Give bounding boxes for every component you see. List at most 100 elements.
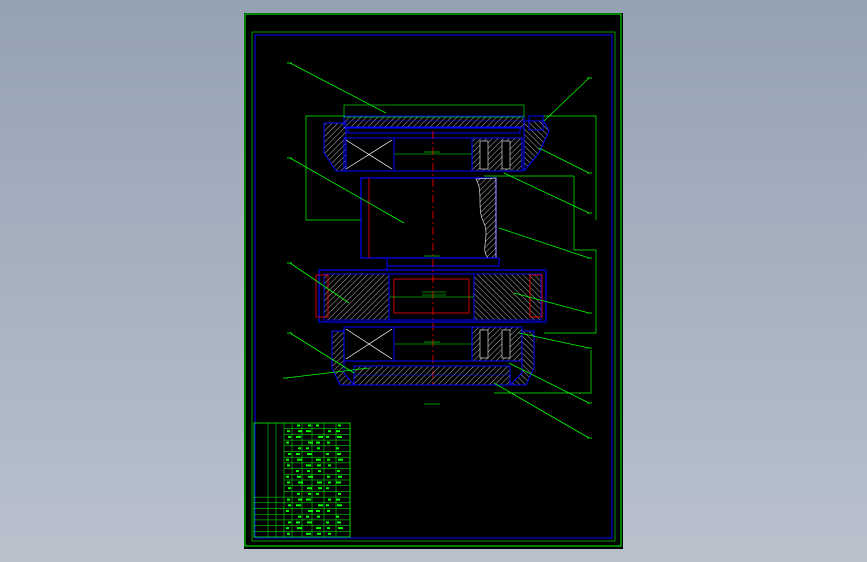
- title-block-glyph: [308, 475, 313, 478]
- title-block-glyph: [287, 430, 290, 433]
- title-block-glyph: [338, 458, 343, 461]
- title-block-glyph: [286, 475, 289, 478]
- title-block-glyph: [327, 458, 330, 461]
- title-block-glyph: [306, 532, 311, 535]
- drawing-border: [254, 34, 613, 539]
- title-block-glyph: [317, 481, 322, 484]
- title-block-glyph: [316, 492, 319, 495]
- title-block-glyph: [308, 441, 313, 444]
- title-block-glyph: [316, 510, 320, 512]
- title-block-glyph: [298, 430, 302, 433]
- title-block-glyph: [307, 487, 312, 490]
- title-block-glyph: [338, 527, 343, 530]
- title-block[interactable]: [253, 422, 351, 538]
- cad-viewport[interactable]: [0, 0, 867, 562]
- title-block-glyph: [297, 475, 301, 478]
- upper-housing-left: [323, 122, 395, 172]
- title-block-glyph: [287, 464, 290, 467]
- title-block-glyph: [307, 521, 312, 524]
- title-block-glyph: [288, 487, 291, 490]
- title-block-glyph: [337, 504, 342, 507]
- title-block-glyph: [298, 481, 303, 484]
- title-block-glyph: [318, 504, 323, 507]
- title-block-glyph: [306, 498, 311, 501]
- title-block-glyph: [338, 475, 342, 478]
- title-block-glyph: [317, 532, 321, 535]
- title-block-glyph: [318, 470, 321, 473]
- assembly-drawing: [244, 13, 622, 547]
- top-cover: [343, 104, 525, 134]
- title-block-glyph: [286, 527, 289, 530]
- title-block-glyph: [288, 453, 291, 455]
- title-block-glyph: [336, 481, 341, 484]
- title-block-glyph: [287, 532, 290, 535]
- title-block-glyph: [286, 510, 289, 512]
- title-block-glyph: [326, 487, 329, 490]
- title-block-glyph: [336, 447, 339, 450]
- title-block-glyph: [306, 447, 309, 450]
- title-block-glyph: [316, 441, 320, 444]
- title-block-glyph: [306, 430, 311, 433]
- title-block-glyph: [297, 458, 302, 461]
- title-block-glyph: [328, 532, 331, 535]
- shaft-body: [360, 177, 500, 271]
- title-block-glyph: [328, 498, 331, 501]
- title-block-glyph: [326, 504, 329, 507]
- title-block-glyph: [327, 441, 330, 444]
- title-block-glyph: [287, 498, 290, 501]
- title-block-glyph: [328, 430, 331, 433]
- title-block-glyph: [328, 481, 331, 484]
- title-block-glyph: [317, 515, 320, 518]
- title-block-glyph: [288, 504, 291, 507]
- title-block-glyph: [296, 453, 300, 455]
- title-block-glyph: [336, 498, 340, 501]
- title-block-glyph: [286, 458, 289, 461]
- title-block-glyph: [298, 498, 302, 501]
- title-block-glyph: [297, 492, 300, 495]
- title-block-glyph: [327, 527, 330, 530]
- title-block-glyph: [317, 464, 321, 467]
- title-block-glyph: [296, 470, 299, 473]
- title-block-glyph: [288, 435, 291, 438]
- title-block-glyph: [298, 447, 301, 450]
- section-view[interactable]: [305, 104, 597, 405]
- title-block-glyph: [308, 492, 311, 495]
- title-block-glyph: [337, 521, 341, 524]
- title-block-glyph: [317, 447, 320, 450]
- title-block-glyph: [316, 424, 319, 427]
- title-block-glyph: [306, 515, 309, 518]
- title-block-glyph: [296, 521, 300, 524]
- title-block-glyph: [286, 441, 289, 444]
- title-block-glyph: [326, 521, 329, 524]
- title-block-glyph: [337, 453, 341, 455]
- title-block-glyph: [336, 515, 339, 518]
- title-block-glyph: [318, 435, 323, 438]
- title-block-glyph: [337, 435, 342, 438]
- title-block-glyph: [326, 435, 329, 438]
- title-block-glyph: [308, 424, 311, 427]
- drawing-sheet[interactable]: [244, 13, 623, 549]
- title-block-glyph: [338, 424, 341, 427]
- title-block-glyph: [328, 464, 331, 467]
- title-block-glyph: [307, 470, 310, 473]
- title-block-glyph: [336, 430, 340, 433]
- title-block-glyph: [297, 527, 302, 530]
- title-block-glyph: [296, 504, 301, 507]
- gear-flange: [315, 269, 547, 323]
- title-block-glyph: [298, 515, 301, 518]
- title-block-glyph: [338, 492, 341, 495]
- title-block-glyph: [327, 510, 330, 512]
- title-block-glyph: [297, 424, 300, 427]
- title-block-glyph: [306, 464, 311, 467]
- title-block-glyph: [307, 453, 312, 455]
- title-block-glyph: [318, 487, 322, 490]
- title-block-glyph: [337, 470, 340, 473]
- title-block-glyph: [288, 521, 291, 524]
- title-block-glyph: [316, 458, 321, 461]
- title-block-glyph: [308, 510, 313, 512]
- title-block-glyph: [296, 435, 301, 438]
- title-block-glyph: [326, 453, 329, 455]
- construction-lines: [305, 115, 597, 394]
- title-block-glyph: [287, 481, 290, 484]
- title-block-glyph: [327, 475, 330, 478]
